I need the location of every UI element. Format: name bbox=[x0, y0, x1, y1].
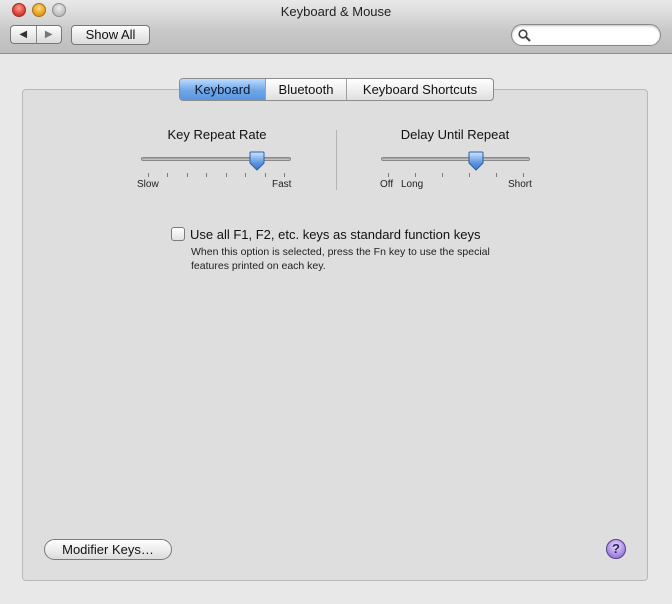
key-repeat-tick bbox=[245, 173, 246, 177]
function-keys-checkbox[interactable] bbox=[171, 227, 185, 241]
tab-bar: Keyboard Bluetooth Keyboard Shortcuts bbox=[179, 78, 494, 101]
back-arrow-icon: ◀ bbox=[19, 29, 28, 40]
key-repeat-tick bbox=[148, 173, 149, 177]
title-bar: Keyboard & Mouse ◀ ▶ Show All bbox=[0, 0, 672, 54]
tab-bluetooth[interactable]: Bluetooth bbox=[265, 79, 346, 100]
delay-repeat-min-label: Long bbox=[401, 179, 424, 190]
delay-repeat-track[interactable] bbox=[381, 157, 530, 161]
key-repeat-min-label: Slow bbox=[137, 179, 159, 190]
delay-repeat-tick bbox=[523, 173, 524, 177]
search-field[interactable] bbox=[511, 24, 661, 46]
slider-divider bbox=[336, 130, 337, 190]
delay-repeat-tick bbox=[496, 173, 497, 177]
key-repeat-tick bbox=[206, 173, 207, 177]
search-input[interactable] bbox=[534, 27, 652, 43]
tab-panel bbox=[22, 89, 648, 581]
help-button[interactable]: ? bbox=[606, 539, 626, 559]
key-repeat-track[interactable] bbox=[141, 157, 291, 161]
delay-repeat-tick bbox=[415, 173, 416, 177]
tab-keyboard-shortcuts[interactable]: Keyboard Shortcuts bbox=[346, 79, 493, 100]
function-keys-help-text: When this option is selected, press the … bbox=[191, 246, 490, 272]
key-repeat-tick bbox=[284, 173, 285, 177]
forward-button[interactable]: ▶ bbox=[35, 26, 62, 43]
tab-keyboard[interactable]: Keyboard bbox=[180, 79, 265, 100]
back-forward-control: ◀ ▶ bbox=[10, 25, 62, 44]
key-repeat-title: Key Repeat Rate bbox=[167, 127, 267, 142]
magnifier-icon bbox=[518, 29, 531, 42]
key-repeat-knob[interactable] bbox=[249, 151, 265, 176]
modifier-keys-button[interactable]: Modifier Keys… bbox=[44, 539, 172, 560]
key-repeat-tick bbox=[226, 173, 227, 177]
window-title: Keyboard & Mouse bbox=[280, 4, 392, 19]
key-repeat-tick bbox=[187, 173, 188, 177]
preferences-window: Keyboard & Mouse ◀ ▶ Show All Keyboard B… bbox=[0, 0, 672, 604]
back-button[interactable]: ◀ bbox=[11, 26, 36, 43]
delay-repeat-knob[interactable] bbox=[468, 151, 484, 176]
delay-repeat-tick bbox=[388, 173, 389, 177]
delay-repeat-tick bbox=[442, 173, 443, 177]
delay-repeat-max-label: Short bbox=[508, 179, 532, 190]
function-keys-label[interactable]: Use all F1, F2, etc. keys as standard fu… bbox=[190, 227, 480, 242]
key-repeat-max-label: Fast bbox=[272, 179, 292, 190]
show-all-button[interactable]: Show All bbox=[71, 25, 150, 45]
delay-repeat-off-label: Off bbox=[380, 179, 394, 190]
key-repeat-tick bbox=[167, 173, 168, 177]
delay-repeat-title: Delay Until Repeat bbox=[400, 127, 510, 142]
forward-arrow-icon: ▶ bbox=[44, 29, 53, 40]
key-repeat-tick bbox=[265, 173, 266, 177]
